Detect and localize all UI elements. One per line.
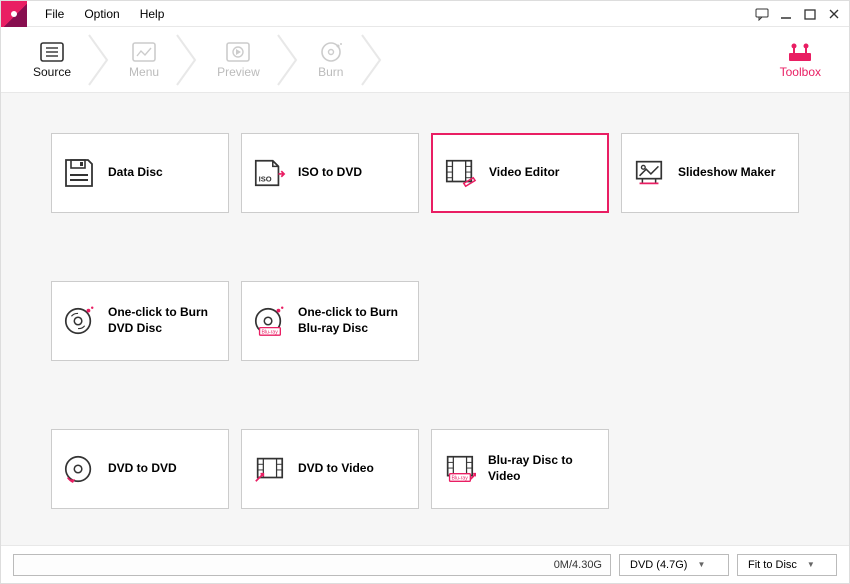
content-area: Data Disc ISO ISO to DVD Video Editor Sl… (1, 93, 849, 545)
tile-dvd-to-video[interactable]: DVD to Video (241, 429, 419, 509)
step-arrow-icon (173, 33, 203, 87)
step-source[interactable]: Source (19, 27, 85, 93)
svg-text:ISO: ISO (259, 175, 272, 184)
svg-text:Blu-ray: Blu-ray (451, 475, 468, 481)
disc-type-value: DVD (4.7G) (630, 559, 687, 571)
statusbar: 0M/4.30G DVD (4.7G) ▼ Fit to Disc ▼ (1, 545, 849, 583)
tile-label: Slideshow Maker (678, 165, 775, 181)
toolbox-label: Toolbox (780, 65, 821, 79)
burn-icon (318, 41, 344, 63)
maximize-button[interactable] (803, 7, 817, 21)
tile-oneclick-bluray[interactable]: Blu-ray One-click to Burn Blu-ray Disc (241, 281, 419, 361)
disc-copy-icon (62, 452, 96, 486)
tile-label: One-click to Burn Blu-ray Disc (298, 305, 408, 336)
step-menu[interactable]: Menu (115, 27, 173, 93)
source-icon (39, 41, 65, 63)
tile-label: One-click to Burn DVD Disc (108, 305, 218, 336)
fit-dropdown[interactable]: Fit to Disc ▼ (737, 554, 837, 576)
disc-burn-icon (62, 304, 96, 338)
step-preview-label: Preview (217, 65, 260, 79)
app-logo (1, 1, 27, 27)
tile-grid: Data Disc ISO ISO to DVD Video Editor Sl… (51, 133, 799, 509)
tile-bluray-to-video[interactable]: Blu-ray Blu-ray Disc to Video (431, 429, 609, 509)
tile-label: DVD to DVD (108, 461, 177, 477)
minimize-button[interactable] (779, 7, 793, 21)
tile-label: Data Disc (108, 165, 163, 181)
tile-data-disc[interactable]: Data Disc (51, 133, 229, 213)
video-editor-icon (443, 156, 477, 190)
svg-text:Blu-ray: Blu-ray (261, 329, 278, 335)
progress-bar: 0M/4.30G (13, 554, 611, 576)
step-bar: Source Menu Preview Burn Toolbox (1, 27, 849, 93)
step-arrow-icon (85, 33, 115, 87)
tile-dvd-to-dvd[interactable]: DVD to DVD (51, 429, 229, 509)
step-source-label: Source (33, 65, 71, 79)
toolbox-button[interactable]: Toolbox (770, 41, 831, 79)
bluray-burn-icon: Blu-ray (252, 304, 286, 338)
preview-icon (225, 41, 251, 63)
step-menu-label: Menu (129, 65, 159, 79)
slideshow-icon (632, 156, 666, 190)
bluray-to-video-icon: Blu-ray (442, 452, 476, 486)
menu-file[interactable]: File (35, 3, 74, 25)
menubar: File Option Help (35, 3, 174, 25)
menu-step-icon (131, 41, 157, 63)
menu-help[interactable]: Help (130, 3, 175, 25)
floppy-icon (62, 156, 96, 190)
tile-slideshow-maker[interactable]: Slideshow Maker (621, 133, 799, 213)
step-burn[interactable]: Burn (304, 27, 358, 93)
chevron-down-icon: ▼ (807, 560, 815, 569)
close-button[interactable] (827, 7, 841, 21)
tile-video-editor[interactable]: Video Editor (431, 133, 609, 213)
step-burn-label: Burn (318, 65, 343, 79)
progress-text: 0M/4.30G (554, 559, 602, 571)
tile-oneclick-dvd[interactable]: One-click to Burn DVD Disc (51, 281, 229, 361)
dvd-to-video-icon (252, 452, 286, 486)
tile-label: ISO to DVD (298, 165, 362, 181)
tile-label: Video Editor (489, 165, 559, 181)
titlebar: File Option Help (1, 1, 849, 27)
tile-label: DVD to Video (298, 461, 374, 477)
window-controls (755, 7, 841, 21)
tile-label: Blu-ray Disc to Video (488, 453, 598, 484)
step-arrow-icon (274, 33, 304, 87)
step-arrow-icon (358, 33, 388, 87)
fit-value: Fit to Disc (748, 559, 797, 571)
toolbox-icon (786, 41, 814, 63)
feedback-icon[interactable] (755, 7, 769, 21)
step-preview[interactable]: Preview (203, 27, 274, 93)
disc-type-dropdown[interactable]: DVD (4.7G) ▼ (619, 554, 729, 576)
iso-icon: ISO (252, 156, 286, 190)
chevron-down-icon: ▼ (697, 560, 705, 569)
menu-option[interactable]: Option (74, 3, 129, 25)
tile-iso-to-dvd[interactable]: ISO ISO to DVD (241, 133, 419, 213)
